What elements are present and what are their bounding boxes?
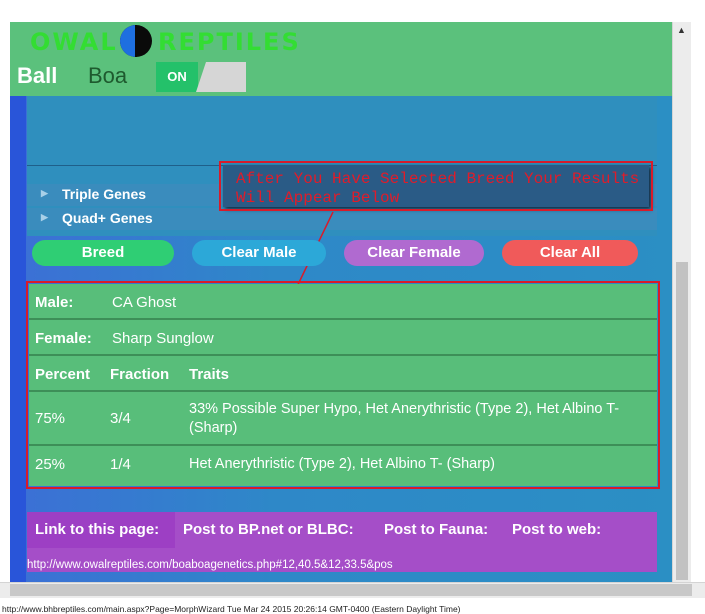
fraction-cell: 1/4 [110,456,131,473]
post-fauna-button[interactable]: Post to Fauna: [384,521,488,538]
results-female-row: Female: Sharp Sunglow [29,320,657,356]
female-label: Female: [35,330,92,347]
fraction-cell: 3/4 [110,410,131,427]
percent-cell: 25% [35,456,66,473]
col-percent: Percent [35,366,91,383]
results-header-row: Percent Fraction Traits [29,356,657,392]
share-url-link[interactable]: http://www.owalreptiles.com/boaboageneti… [27,559,393,571]
traits-cell: 33% Possible Super Hypo, Het Anerythrist… [189,401,620,436]
col-traits: Traits [189,366,230,383]
clear-all-button[interactable]: Clear All [502,240,638,266]
vertical-scroll-thumb[interactable] [676,262,688,580]
male-label: Male: [35,294,74,311]
female-value: Sharp Sunglow [112,330,214,347]
horizontal-scroll-thumb[interactable] [10,584,692,596]
col-fraction: Fraction [110,366,170,383]
link-to-page-label: Link to this page: [35,521,160,538]
percent-cell: 75% [35,410,66,427]
scroll-up-icon[interactable]: ▲ [677,25,686,35]
post-web-button[interactable]: Post to web: [512,521,601,538]
post-bp-button[interactable]: Post to BP.net or BLBC: [183,521,354,538]
table-row: 75% 3/4 33% Possible Super Hypo, Het Ane… [29,392,657,446]
results-male-row: Male: CA Ghost [29,284,657,320]
clear-female-button[interactable]: Clear Female [344,240,484,266]
clear-male-button[interactable]: Clear Male [192,240,326,266]
table-row: 25% 1/4 Het Anerythristic (Type 2), Het … [29,446,657,482]
male-value: CA Ghost [112,294,177,311]
traits-cell: Het Anerythristic (Type 2), Het Albino T… [189,456,495,472]
breed-button[interactable]: Breed [32,240,174,266]
content-wrapper: ▶ Triple Genes ▶ Quad+ Genes After You H… [10,22,672,582]
